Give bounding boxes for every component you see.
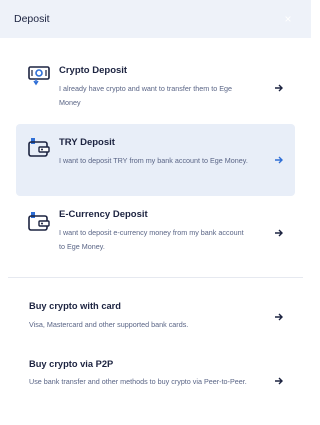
option-description: I already have crypto and want to transf…: [59, 84, 232, 107]
option-title: TRY Deposit: [59, 137, 115, 148]
section-divider: [8, 277, 303, 278]
buy-option-description: Visa, Mastercard and other supported ban…: [29, 320, 189, 329]
option-description: I want to deposit e-currency money from …: [59, 228, 244, 251]
close-icon[interactable]: ×: [281, 12, 295, 26]
arrow-right-icon: [275, 156, 283, 164]
arrow-right-icon: [275, 84, 283, 92]
option-title: Crypto Deposit: [59, 65, 128, 76]
crypto-deposit-icon: [28, 66, 50, 86]
wallet-icon: [28, 138, 50, 157]
arrow-right-icon: [275, 377, 283, 385]
arrow-right-icon: [275, 313, 283, 321]
option-description: I want to deposit TRY from my bank accou…: [59, 156, 248, 165]
modal-title: Deposit: [14, 13, 50, 25]
buy-crypto-p2p-item[interactable]: Buy crypto via P2P Use bank transfer and…: [16, 354, 295, 406]
buy-option-title: Buy crypto with card: [29, 301, 121, 311]
modal-header: Deposit ×: [0, 0, 311, 38]
option-title: E-Currency Deposit: [59, 209, 148, 220]
buy-option-title: Buy crypto via P2P: [29, 359, 114, 369]
buy-crypto-card-item[interactable]: Buy crypto with card Visa, Mastercard an…: [16, 296, 295, 340]
buy-option-description: Use bank transfer and other methods to b…: [29, 377, 247, 386]
wallet-icon: [28, 212, 50, 231]
option-crypto-deposit[interactable]: Crypto Deposit I already have crypto and…: [16, 52, 295, 114]
arrow-right-icon: [275, 229, 283, 237]
option-e-currency-deposit[interactable]: E-Currency Deposit I want to deposit e-c…: [16, 200, 295, 264]
option-try-deposit[interactable]: TRY Deposit I want to deposit TRY from m…: [16, 124, 295, 196]
